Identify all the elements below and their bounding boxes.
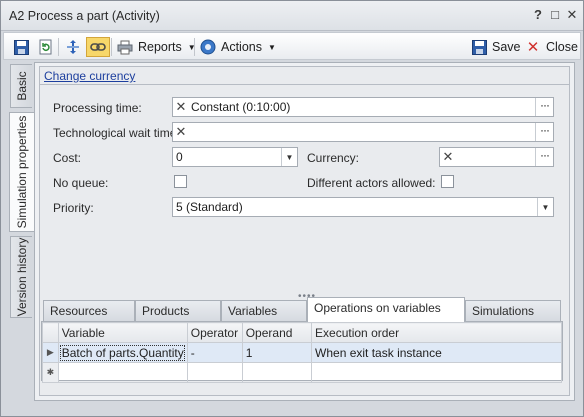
floppy-disk-icon	[12, 38, 30, 56]
change-currency-link[interactable]: Change currency	[44, 69, 135, 83]
clear-icon[interactable]: ✕	[173, 99, 189, 115]
different-actors-checkbox[interactable]	[441, 175, 454, 188]
processing-time-field[interactable]: ✕ Constant (0:10:00) ···	[172, 97, 554, 117]
operations-table: Variable Operator Operand Execution orde…	[42, 322, 562, 383]
simulation-properties-page: Change currency Processing time: ✕ Const…	[39, 66, 570, 396]
no-queue-checkbox[interactable]	[174, 175, 187, 188]
tech-wait-time-label: Technological wait time:	[53, 126, 180, 140]
vertical-arrows-icon	[64, 38, 82, 56]
cell-variable[interactable]: Batch of parts.Quantity	[57, 342, 188, 363]
different-actors-label: Different actors allowed:	[307, 176, 436, 190]
toolbar: Reports ▼ Actions ▼ Save ✕ Close	[3, 32, 581, 60]
new-row-asterisk-icon: ✱	[42, 362, 59, 383]
new-cell-operator[interactable]	[186, 362, 243, 383]
cost-field[interactable]: 0 ▼	[172, 147, 298, 167]
ellipsis-button[interactable]: ···	[535, 123, 553, 141]
expand-button[interactable]	[64, 37, 82, 57]
tab-simulation-properties-label: Simulation properties	[15, 115, 29, 229]
tab-basic[interactable]: Basic	[10, 64, 32, 108]
actions-label: Actions	[221, 40, 262, 54]
table-row[interactable]: ▶ Batch of parts.Quantity - 1 When exit …	[42, 342, 562, 363]
tab-simulation-properties[interactable]: Simulation properties	[9, 112, 34, 232]
new-cell-variable[interactable]	[57, 362, 188, 383]
tab-version-history[interactable]: Version history	[10, 236, 32, 318]
reports-label: Reports	[138, 40, 182, 54]
clear-icon[interactable]: ✕	[173, 124, 189, 140]
tab-version-history-label: Version history	[14, 237, 29, 317]
priority-label: Priority:	[53, 201, 94, 215]
window-close-button[interactable]: ✕	[564, 7, 580, 23]
operations-grid: Variable Operator Operand Execution orde…	[41, 321, 563, 383]
document-refresh-icon	[36, 38, 54, 56]
save-button[interactable]: Save	[470, 37, 521, 57]
priority-select[interactable]: 5 (Standard) ▼	[172, 197, 554, 217]
globe-gear-icon	[199, 38, 217, 56]
tab-simulations[interactable]: Simulations	[465, 300, 561, 321]
chain-link-icon	[89, 38, 107, 56]
processing-time-label: Processing time:	[53, 101, 142, 115]
divider	[40, 84, 569, 85]
cost-label: Cost:	[53, 151, 82, 165]
save-label: Save	[492, 40, 521, 54]
new-row[interactable]: ✱	[42, 362, 562, 383]
cell-operand[interactable]: 1	[241, 342, 313, 363]
close-button[interactable]: ✕ Close	[524, 37, 578, 57]
close-label: Close	[546, 40, 578, 54]
currency-field[interactable]: ✕ ···	[439, 147, 554, 167]
column-header-variable[interactable]: Variable	[57, 322, 188, 343]
currency-label: Currency:	[307, 151, 360, 165]
column-header-operand[interactable]: Operand	[241, 322, 313, 343]
tech-wait-time-field[interactable]: ✕ ···	[172, 122, 554, 142]
chevron-down-icon[interactable]: ▼	[537, 198, 553, 216]
maximize-button[interactable]: □	[547, 7, 563, 23]
new-cell-execution-order[interactable]	[311, 362, 562, 383]
cell-operator[interactable]: -	[186, 342, 243, 363]
row-header-corner	[42, 322, 59, 343]
tab-variables[interactable]: Variables	[221, 300, 307, 321]
current-row-indicator-icon: ▶	[42, 342, 59, 363]
save-icon-button[interactable]	[12, 37, 30, 57]
link-toggle-button[interactable]	[86, 37, 110, 57]
new-cell-operand[interactable]	[241, 362, 313, 383]
processing-time-value: Constant (0:10:00)	[191, 100, 291, 114]
vertical-tab-strip: Basic Simulation properties Version hist…	[9, 64, 34, 394]
ellipsis-button[interactable]: ···	[535, 148, 553, 166]
dialog-window: A2 Process a part (Activity) ? □ ✕ Repor…	[0, 0, 584, 417]
tab-operations-on-variables[interactable]: Operations on variables	[307, 297, 465, 322]
cost-value: 0	[176, 150, 183, 164]
cell-execution-order[interactable]: When exit task instance	[311, 342, 562, 363]
help-button[interactable]: ?	[530, 7, 546, 23]
no-queue-label: No queue:	[53, 176, 109, 190]
column-header-execution-order[interactable]: Execution order	[311, 322, 562, 343]
floppy-disk-icon	[470, 38, 488, 56]
ellipsis-button[interactable]: ···	[535, 98, 553, 116]
chevron-down-icon[interactable]: ▼	[281, 148, 297, 166]
tab-products[interactable]: Products	[135, 300, 221, 321]
chevron-down-icon: ▼	[268, 42, 276, 52]
column-header-operator[interactable]: Operator	[186, 322, 243, 343]
tab-basic-label: Basic	[14, 71, 29, 101]
table-header-row: Variable Operator Operand Execution orde…	[42, 322, 562, 343]
refresh-button[interactable]	[36, 37, 54, 57]
actions-menu-button[interactable]: Actions ▼	[199, 37, 276, 57]
content-panel: Change currency Processing time: ✕ Const…	[34, 62, 575, 401]
clear-icon[interactable]: ✕	[440, 149, 456, 165]
window-title: A2 Process a part (Activity)	[9, 9, 160, 23]
tab-resources[interactable]: Resources	[43, 300, 135, 321]
red-x-icon: ✕	[526, 39, 540, 56]
printer-icon	[116, 38, 134, 56]
title-bar: A2 Process a part (Activity) ? □ ✕	[1, 1, 583, 31]
priority-value: 5 (Standard)	[176, 200, 243, 214]
reports-menu-button[interactable]: Reports ▼	[116, 37, 196, 57]
